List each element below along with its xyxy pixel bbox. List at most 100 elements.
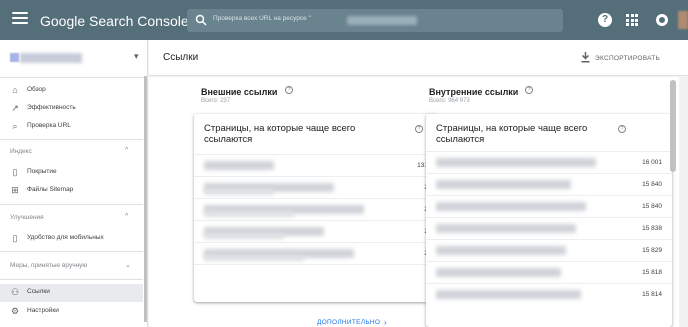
card-title-line: ссылаются (436, 134, 485, 145)
link-count: 15 814 (642, 291, 662, 298)
info-icon[interactable]: ? (285, 86, 293, 94)
divider (0, 204, 143, 205)
links-icon: ⚇ (10, 287, 20, 297)
url-inspection-search[interactable]: Проверка всех URL на ресурсе " (187, 9, 563, 32)
external-top-pages-card: Страницы, на которые чаще всего ссылаютс… (194, 114, 438, 327)
redacted-property-name (20, 53, 82, 63)
sidebar-item-coverage[interactable]: ▯ Покрытие (0, 164, 143, 182)
divider (0, 139, 143, 140)
page-header: Ссылки ЭКСПОРТИРОВАТЬ (149, 40, 688, 76)
sidebar-item-performance[interactable]: ↗ Эффективность (0, 100, 143, 118)
sidebar: ▾ ⌂ Обзор ↗ Эффективность ⌕ Проверка URL… (0, 40, 148, 327)
main-scrollbar-thumb[interactable] (670, 80, 676, 172)
search-placeholder[interactable]: Проверка всех URL на ресурсе " (213, 15, 311, 22)
chevron-up-icon[interactable]: ^ (125, 213, 128, 220)
divider (0, 251, 143, 252)
section-index[interactable]: Индекс (10, 148, 32, 155)
table-row[interactable]: 2 (194, 220, 438, 242)
settings-icon: ⚙ (10, 306, 20, 316)
more-button[interactable]: ДОПОЛНИТЕЛЬНО (317, 319, 380, 326)
table-row[interactable]: 2 (194, 176, 438, 198)
card-title: Страницы, на которые чаще всего ссылаютс… (204, 123, 355, 145)
property-selector[interactable]: ▾ (0, 40, 147, 78)
redacted-url (204, 161, 274, 170)
notifications-icon[interactable] (656, 14, 668, 26)
sidebar-item-label: Файлы Sitemap (27, 186, 74, 193)
app-title[interactable]: Google Search Console (40, 13, 189, 29)
redacted-property (347, 16, 417, 25)
sidebar-item-label: Настройки (27, 307, 59, 314)
sidebar-item-label: Покрытие (27, 168, 57, 175)
sidebar-item-label: Удобство для мобильных (27, 234, 104, 241)
sidebar-item-mobile-usability[interactable]: ▯ Удобство для мобильных (0, 230, 143, 248)
table-row[interactable]: 16 001 (426, 151, 672, 173)
link-count: 15 840 (642, 181, 662, 188)
info-icon[interactable]: ? (415, 125, 423, 133)
internal-links-title: Внутренние ссылки (429, 87, 519, 97)
mobile-icon: ▯ (12, 233, 18, 243)
search-icon: ⌕ (12, 121, 18, 131)
avatar[interactable] (678, 11, 688, 29)
redacted-url (204, 211, 294, 217)
section-improvements[interactable]: Улучшения (10, 214, 44, 221)
info-icon[interactable]: ? (525, 86, 533, 94)
links-report: Внешние ссылки ? Всего: 237 Страницы, на… (149, 77, 679, 327)
home-icon: ⌂ (12, 85, 18, 95)
redacted-url (436, 246, 566, 255)
sidebar-item-label: Обзор (27, 86, 46, 93)
sidebar-item-overview[interactable]: ⌂ Обзор (0, 82, 143, 100)
chevron-right-icon[interactable]: › (384, 318, 387, 327)
card-title-line: Страницы, на которые чаще всего (436, 123, 588, 134)
sidebar-item-settings[interactable]: ⚙ Настройки (0, 303, 143, 321)
sidebar-item-label: Эффективность (27, 104, 76, 111)
table-row[interactable]: 2 (194, 242, 438, 264)
card-title: Страницы, на которые чаще всего ссылаютс… (436, 123, 587, 145)
chevron-up-icon[interactable]: ^ (125, 147, 128, 154)
help-icon[interactable]: ? (598, 13, 612, 27)
sidebar-item-url-inspection[interactable]: ⌕ Проверка URL (0, 118, 143, 136)
sidebar-item-links[interactable]: ⚇ Ссылки (0, 284, 143, 302)
table-row[interactable]: 15 838 (426, 217, 672, 239)
table-row[interactable]: 15 818 (426, 261, 672, 283)
redacted-url (204, 189, 274, 195)
sidebar-item-label: Проверка URL (27, 122, 71, 129)
download-icon (581, 52, 590, 63)
redacted-url (204, 255, 304, 261)
trend-icon: ↗ (11, 103, 19, 113)
section-manual-actions[interactable]: Меры, принятые вручную (10, 262, 87, 269)
sitemap-icon: ⊞ (11, 185, 19, 195)
table-row[interactable]: 131 (194, 154, 438, 176)
redacted-url (436, 224, 576, 233)
row-divider (194, 264, 438, 265)
table-row[interactable]: 2 (194, 198, 438, 220)
internal-links-count: Всего: 964 973 (429, 98, 470, 104)
link-count: 15 840 (642, 203, 662, 210)
link-count: 15 829 (642, 247, 662, 254)
table-row[interactable]: 15 840 (426, 195, 672, 217)
coverage-icon: ▯ (12, 167, 18, 177)
sidebar-item-label: Ссылки (27, 288, 50, 295)
sidebar-item-sitemaps[interactable]: ⊞ Файлы Sitemap (0, 182, 143, 200)
info-icon[interactable]: ? (618, 125, 626, 133)
export-button[interactable]: ЭКСПОРТИРОВАТЬ (573, 47, 687, 69)
link-count: 16 001 (642, 159, 662, 166)
menu-icon[interactable] (12, 12, 28, 28)
link-count: 15 838 (642, 225, 662, 232)
property-favicon (10, 53, 19, 62)
main-scrollbar[interactable] (680, 77, 688, 327)
chevron-down-icon[interactable]: ⌄ (125, 261, 131, 269)
table-row[interactable]: 15 814 (426, 283, 672, 305)
caret-down-icon: ▾ (134, 51, 139, 61)
link-count: 15 818 (642, 269, 662, 276)
internal-top-pages-card: Страницы, на которые чаще всего ссылаютс… (426, 114, 672, 327)
sidebar-scrollbar[interactable] (144, 76, 147, 322)
redacted-url (436, 268, 561, 277)
page-title: Ссылки (163, 52, 199, 63)
redacted-url (436, 158, 596, 167)
card-title-line: Страницы, на которые чаще всего (204, 123, 356, 134)
table-row[interactable]: 15 829 (426, 239, 672, 261)
apps-icon[interactable] (626, 14, 638, 26)
search-icon (195, 14, 207, 26)
table-row[interactable]: 15 840 (426, 173, 672, 195)
top-app-bar: Google Search Console Проверка всех URL … (0, 0, 688, 40)
